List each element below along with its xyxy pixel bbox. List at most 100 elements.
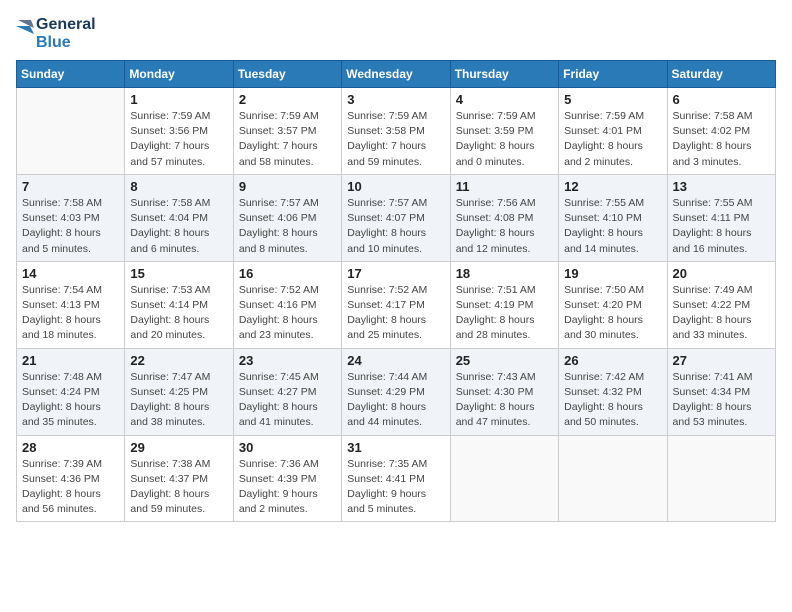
day-number: 6 (673, 92, 770, 107)
day-info: Sunrise: 7:36 AMSunset: 4:39 PMDaylight:… (239, 457, 336, 518)
day-info: Sunrise: 7:55 AMSunset: 4:10 PMDaylight:… (564, 196, 661, 257)
day-info: Sunrise: 7:53 AMSunset: 4:14 PMDaylight:… (130, 283, 227, 344)
day-info: Sunrise: 7:42 AMSunset: 4:32 PMDaylight:… (564, 370, 661, 431)
day-number: 12 (564, 179, 661, 194)
day-info: Sunrise: 7:57 AMSunset: 4:06 PMDaylight:… (239, 196, 336, 257)
calendar-day-cell: 19 Sunrise: 7:50 AMSunset: 4:20 PMDayligh… (559, 261, 667, 348)
weekday-header: Thursday (450, 61, 558, 88)
calendar-week-row: 7Sunrise: 7:58 AMSunset: 4:03 PMDaylight… (17, 174, 776, 261)
day-info: Sunrise: 7:43 AMSunset: 4:30 PMDaylight:… (456, 370, 553, 431)
day-number: 2 (239, 92, 336, 107)
calendar-day-cell: 29 Sunrise: 7:38 AMSunset: 4:37 PMDayligh… (125, 435, 233, 522)
day-number: 10 (347, 179, 444, 194)
day-info: Sunrise: 7:58 AMSunset: 4:03 PMDaylight:… (22, 196, 119, 257)
day-number: 23 (239, 353, 336, 368)
day-info: Sunrise: 7:51 AMSunset: 4:19 PMDaylight:… (456, 283, 553, 344)
calendar-day-cell: 1Sunrise: 7:59 AMSunset: 3:56 PMDaylight… (125, 88, 233, 175)
calendar-week-row: 28Sunrise: 7:39 AMSunset: 4:36 PMDayligh… (17, 435, 776, 522)
calendar-day-cell: 4 Sunrise: 7:59 AMSunset: 3:59 PMDaylight… (450, 88, 558, 175)
calendar-day-cell: 18Sunrise: 7:51 AMSunset: 4:19 PMDayligh… (450, 261, 558, 348)
calendar-day-cell: 9 Sunrise: 7:57 AMSunset: 4:06 PMDaylight… (233, 174, 341, 261)
calendar-day-cell: 8 Sunrise: 7:58 AMSunset: 4:04 PMDaylight… (125, 174, 233, 261)
calendar-day-cell: 31 Sunrise: 7:35 AMSunset: 4:41 PMDayligh… (342, 435, 450, 522)
day-number: 24 (347, 353, 444, 368)
weekday-header: Friday (559, 61, 667, 88)
day-info: Sunrise: 7:49 AMSunset: 4:22 PMDaylight:… (673, 283, 770, 344)
calendar-day-cell: 25 Sunrise: 7:43 AMSunset: 4:30 PMDayligh… (450, 348, 558, 435)
day-info: Sunrise: 7:52 AMSunset: 4:17 PMDaylight:… (347, 283, 444, 344)
calendar-day-cell: 20 Sunrise: 7:49 AMSunset: 4:22 PMDayligh… (667, 261, 775, 348)
calendar-day-cell: 21 Sunrise: 7:48 AMSunset: 4:24 PMDayligh… (17, 348, 125, 435)
day-info: Sunrise: 7:45 AMSunset: 4:27 PMDaylight:… (239, 370, 336, 431)
day-info: Sunrise: 7:59 AMSunset: 3:59 PMDaylight:… (456, 109, 553, 170)
day-number: 15 (130, 266, 227, 281)
day-info: Sunrise: 7:50 AMSunset: 4:20 PMDaylight:… (564, 283, 661, 344)
weekday-header: Wednesday (342, 61, 450, 88)
weekday-header: Tuesday (233, 61, 341, 88)
calendar-day-cell: 24 Sunrise: 7:44 AMSunset: 4:29 PMDayligh… (342, 348, 450, 435)
day-number: 21 (22, 353, 119, 368)
day-info: Sunrise: 7:44 AMSunset: 4:29 PMDaylight:… (347, 370, 444, 431)
calendar-day-cell (450, 435, 558, 522)
calendar-day-cell: 15 Sunrise: 7:53 AMSunset: 4:14 PMDayligh… (125, 261, 233, 348)
calendar-day-cell (559, 435, 667, 522)
calendar-day-cell: 11 Sunrise: 7:56 AMSunset: 4:08 PMDayligh… (450, 174, 558, 261)
day-number: 11 (456, 179, 553, 194)
calendar-day-cell: 5Sunrise: 7:59 AMSunset: 4:01 PMDaylight… (559, 88, 667, 175)
calendar-day-cell: 2 Sunrise: 7:59 AMSunset: 3:57 PMDaylight… (233, 88, 341, 175)
day-info: Sunrise: 7:52 AMSunset: 4:16 PMDaylight:… (239, 283, 336, 344)
day-info: Sunrise: 7:35 AMSunset: 4:41 PMDaylight:… (347, 457, 444, 518)
calendar-day-cell: 26 Sunrise: 7:42 AMSunset: 4:32 PMDayligh… (559, 348, 667, 435)
logo: General Blue (16, 16, 96, 52)
calendar-week-row: 21 Sunrise: 7:48 AMSunset: 4:24 PMDayligh… (17, 348, 776, 435)
day-number: 20 (673, 266, 770, 281)
day-info: Sunrise: 7:58 AMSunset: 4:02 PMDaylight:… (673, 109, 770, 170)
day-number: 26 (564, 353, 661, 368)
day-info: Sunrise: 7:39 AMSunset: 4:36 PMDaylight:… (22, 457, 119, 518)
weekday-header: Saturday (667, 61, 775, 88)
calendar-day-cell: 23 Sunrise: 7:45 AMSunset: 4:27 PMDayligh… (233, 348, 341, 435)
calendar-day-cell: 16 Sunrise: 7:52 AMSunset: 4:16 PMDayligh… (233, 261, 341, 348)
calendar-day-cell: 27Sunrise: 7:41 AMSunset: 4:34 PMDayligh… (667, 348, 775, 435)
weekday-header: Monday (125, 61, 233, 88)
day-info: Sunrise: 7:48 AMSunset: 4:24 PMDaylight:… (22, 370, 119, 431)
calendar-table: SundayMondayTuesdayWednesdayThursdayFrid… (16, 60, 776, 522)
day-number: 8 (130, 179, 227, 194)
day-info: Sunrise: 7:58 AMSunset: 4:04 PMDaylight:… (130, 196, 227, 257)
calendar-week-row: 1Sunrise: 7:59 AMSunset: 3:56 PMDaylight… (17, 88, 776, 175)
day-number: 25 (456, 353, 553, 368)
day-info: Sunrise: 7:38 AMSunset: 4:37 PMDaylight:… (130, 457, 227, 518)
day-number: 9 (239, 179, 336, 194)
day-info: Sunrise: 7:59 AMSunset: 3:57 PMDaylight:… (239, 109, 336, 170)
day-info: Sunrise: 7:59 AMSunset: 3:58 PMDaylight:… (347, 109, 444, 170)
day-number: 3 (347, 92, 444, 107)
calendar-day-cell: 22Sunrise: 7:47 AMSunset: 4:25 PMDayligh… (125, 348, 233, 435)
logo-line2: Blue (36, 34, 96, 52)
calendar-day-cell (17, 88, 125, 175)
calendar-day-cell: 6 Sunrise: 7:58 AMSunset: 4:02 PMDaylight… (667, 88, 775, 175)
calendar-day-cell: 14 Sunrise: 7:54 AMSunset: 4:13 PMDayligh… (17, 261, 125, 348)
weekday-header: Sunday (17, 61, 125, 88)
logo-bird-icon (16, 16, 34, 52)
day-info: Sunrise: 7:56 AMSunset: 4:08 PMDaylight:… (456, 196, 553, 257)
day-number: 27 (673, 353, 770, 368)
logo-text: General Blue (16, 16, 96, 52)
day-info: Sunrise: 7:57 AMSunset: 4:07 PMDaylight:… (347, 196, 444, 257)
day-number: 14 (22, 266, 119, 281)
day-number: 19 (564, 266, 661, 281)
day-number: 16 (239, 266, 336, 281)
day-number: 1 (130, 92, 227, 107)
page-header: General Blue (16, 16, 776, 52)
day-number: 31 (347, 440, 444, 455)
calendar-day-cell: 13Sunrise: 7:55 AMSunset: 4:11 PMDayligh… (667, 174, 775, 261)
day-number: 17 (347, 266, 444, 281)
day-info: Sunrise: 7:55 AMSunset: 4:11 PMDaylight:… (673, 196, 770, 257)
calendar-day-cell: 3 Sunrise: 7:59 AMSunset: 3:58 PMDaylight… (342, 88, 450, 175)
calendar-day-cell: 30Sunrise: 7:36 AMSunset: 4:39 PMDayligh… (233, 435, 341, 522)
day-info: Sunrise: 7:54 AMSunset: 4:13 PMDaylight:… (22, 283, 119, 344)
day-number: 4 (456, 92, 553, 107)
calendar-week-row: 14 Sunrise: 7:54 AMSunset: 4:13 PMDayligh… (17, 261, 776, 348)
calendar-day-cell: 17 Sunrise: 7:52 AMSunset: 4:17 PMDayligh… (342, 261, 450, 348)
day-info: Sunrise: 7:59 AMSunset: 4:01 PMDaylight:… (564, 109, 661, 170)
day-number: 29 (130, 440, 227, 455)
